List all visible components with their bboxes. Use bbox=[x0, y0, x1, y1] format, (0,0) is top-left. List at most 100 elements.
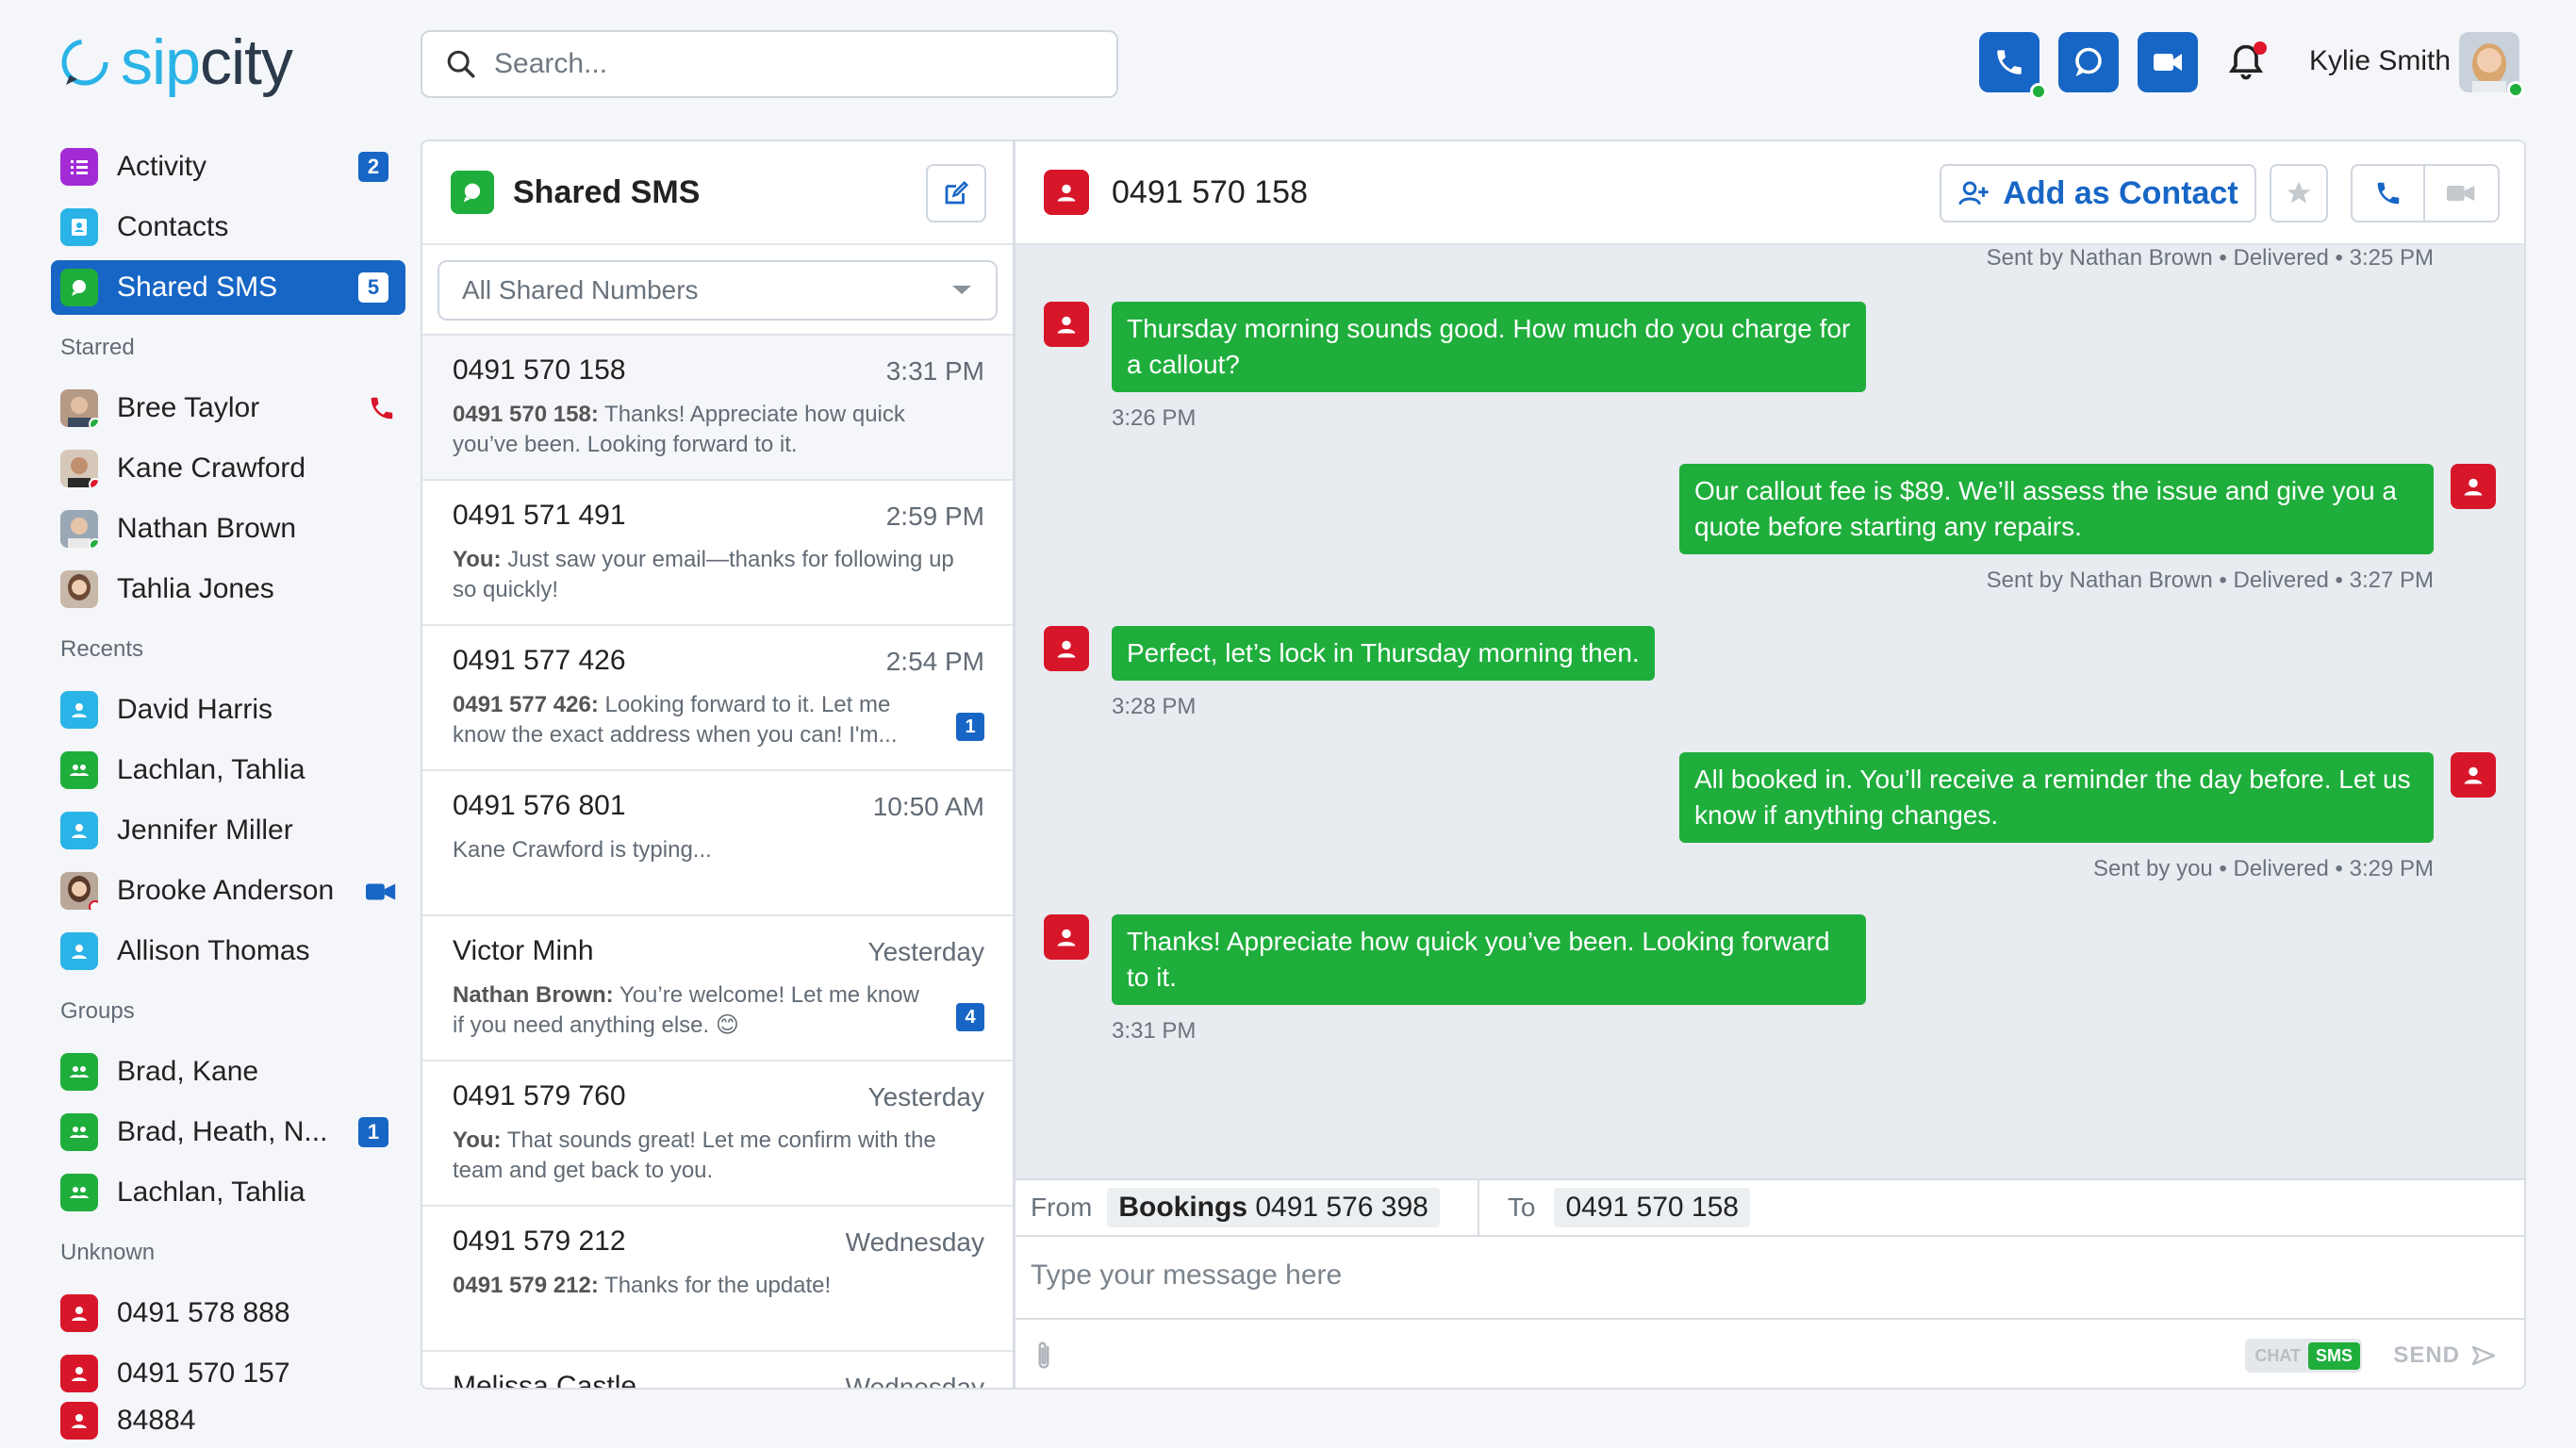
nav-shared-sms[interactable]: Shared SMS 5 bbox=[51, 260, 405, 315]
recent-label: Allison Thomas bbox=[117, 935, 310, 966]
nav-label: Activity bbox=[117, 151, 207, 182]
message-meta: 3:26 PM bbox=[1112, 405, 1197, 431]
group-icon bbox=[60, 1174, 98, 1211]
notifications-button[interactable] bbox=[2225, 41, 2267, 83]
recent-item[interactable]: Lachlan, Tahlia bbox=[51, 743, 405, 798]
video-icon bbox=[366, 883, 396, 900]
starred-contact[interactable]: Nathan Brown bbox=[51, 502, 405, 556]
recent-item[interactable]: Brooke Anderson bbox=[51, 864, 405, 918]
shared-sms-icon bbox=[60, 269, 98, 306]
contact-name: Kane Crawford bbox=[117, 452, 306, 484]
search-placeholder: Search... bbox=[494, 48, 608, 79]
person-icon bbox=[1044, 170, 1089, 215]
nav-activity[interactable]: Activity 2 bbox=[51, 140, 405, 194]
conversation-time: 10:50 AM bbox=[872, 792, 984, 821]
composer-footer: CHAT SMS SEND bbox=[1016, 1318, 2524, 1388]
starred-contact[interactable]: Bree Taylor bbox=[51, 381, 405, 436]
filter-value: All Shared Numbers bbox=[462, 275, 699, 304]
conversation-time: Yesterday bbox=[867, 937, 985, 966]
group-item[interactable]: Lachlan, Tahlia bbox=[51, 1165, 405, 1220]
search-input[interactable]: Search... bbox=[421, 30, 1118, 98]
to-number[interactable]: 0491 570 158 bbox=[1554, 1188, 1750, 1227]
conversation-item[interactable]: 0491 577 426 2:54 PM 0491 577 426: Looki… bbox=[422, 624, 1013, 769]
shared-sms-icon bbox=[451, 171, 494, 214]
phone-button[interactable] bbox=[1979, 32, 2047, 100]
conversation-item[interactable]: 0491 579 760 Yesterday You: That sounds … bbox=[422, 1060, 1013, 1205]
recent-label: Jennifer Miller bbox=[117, 814, 293, 846]
recent-label: Lachlan, Tahlia bbox=[117, 754, 305, 785]
brand-logo[interactable]: sipcity bbox=[58, 28, 293, 96]
unread-badge: 1 bbox=[956, 713, 984, 741]
conversation-preview: Kane Crawford is typing... bbox=[453, 837, 712, 863]
video-icon bbox=[2154, 54, 2182, 71]
call-button[interactable] bbox=[2353, 166, 2426, 221]
add-contact-button[interactable]: Add as Contact bbox=[1940, 164, 2256, 222]
sms-toggle-option[interactable]: SMS bbox=[2307, 1341, 2360, 1370]
conversation-item[interactable]: 0491 570 158 3:31 PM 0491 570 158: Thank… bbox=[422, 334, 1013, 479]
activity-badge: 2 bbox=[358, 152, 388, 182]
user-status-dot bbox=[2507, 81, 2524, 98]
send-icon bbox=[2471, 1345, 2496, 1366]
outgoing-message: All booked in. You’ll receive a reminder… bbox=[1679, 752, 2434, 843]
person-icon bbox=[2451, 464, 2496, 509]
from-number-select[interactable]: Bookings 0491 576 398 bbox=[1107, 1188, 1440, 1227]
compose-button[interactable] bbox=[926, 164, 986, 222]
call-actions bbox=[2351, 164, 2500, 222]
conversation-item[interactable]: Victor Minh Yesterday Nathan Brown: You’… bbox=[422, 914, 1013, 1060]
recent-item[interactable]: Jennifer Miller bbox=[51, 803, 405, 858]
unknown-item[interactable]: 0491 578 888 bbox=[51, 1286, 405, 1341]
paperclip-icon[interactable] bbox=[1032, 1341, 1055, 1373]
contact-name: Nathan Brown bbox=[117, 513, 297, 544]
starred-contact[interactable]: Tahlia Jones bbox=[51, 562, 405, 617]
sender-recipient-row: From Bookings 0491 576 398 To 0491 570 1… bbox=[1016, 1178, 2524, 1237]
chevron-down-icon bbox=[952, 286, 971, 294]
chat-toggle-option[interactable]: CHAT bbox=[2247, 1342, 2308, 1370]
message-meta: Sent by Nathan Brown • Delivered • 3:27 … bbox=[1986, 568, 2434, 593]
person-icon bbox=[2451, 752, 2496, 798]
video-icon bbox=[2446, 186, 2474, 201]
user-name[interactable]: Kylie Smith bbox=[2309, 45, 2451, 77]
conversation-item[interactable]: Melissa Castle Wednesday bbox=[422, 1350, 1013, 1388]
group-icon bbox=[60, 1053, 98, 1091]
channel-toggle[interactable]: CHAT SMS bbox=[2245, 1339, 2362, 1373]
video-button[interactable] bbox=[2138, 32, 2198, 92]
star-icon bbox=[2287, 181, 2311, 204]
recents-heading: Recents bbox=[60, 636, 144, 662]
message-input[interactable]: Type your message here bbox=[1031, 1259, 1342, 1292]
conversation-preview: 0491 579 212: Thanks for the update! bbox=[453, 1273, 832, 1298]
conversation-item[interactable]: 0491 571 491 2:59 PM You: Just saw your … bbox=[422, 479, 1013, 624]
conversation-list-panel: Shared SMS All Shared Numbers 0491 570 1… bbox=[421, 140, 1015, 1390]
groups-heading: Groups bbox=[60, 998, 135, 1024]
unknown-label: 0491 570 157 bbox=[117, 1358, 290, 1389]
avatar bbox=[60, 510, 98, 548]
person-icon bbox=[60, 691, 98, 729]
group-label: Brad, Heath, N... bbox=[117, 1116, 328, 1147]
star-button[interactable] bbox=[2270, 164, 2328, 222]
contact-name: Bree Taylor bbox=[117, 392, 260, 423]
nav-contacts[interactable]: Contacts bbox=[51, 200, 405, 255]
conversation-time: 3:31 PM bbox=[885, 356, 984, 386]
shared-numbers-select[interactable]: All Shared Numbers bbox=[438, 260, 998, 321]
sipcity-logo-icon bbox=[61, 39, 108, 86]
phone-status-dot bbox=[2030, 83, 2047, 100]
chat-icon bbox=[2075, 47, 2102, 76]
unknown-item[interactable]: 84884 bbox=[51, 1393, 405, 1448]
send-button[interactable]: SEND bbox=[2393, 1342, 2496, 1369]
recent-item[interactable]: David Harris bbox=[51, 683, 405, 737]
starred-contact[interactable]: Kane Crawford bbox=[51, 441, 405, 496]
chat-button[interactable] bbox=[2058, 32, 2119, 92]
group-item[interactable]: Brad, Heath, N... 1 bbox=[51, 1105, 405, 1160]
group-label: Lachlan, Tahlia bbox=[117, 1176, 305, 1208]
person-icon bbox=[1044, 626, 1089, 671]
person-icon bbox=[1044, 914, 1089, 960]
contacts-icon bbox=[60, 208, 98, 246]
conversation-item[interactable]: 0491 576 801 10:50 AM Kane Crawford is t… bbox=[422, 769, 1013, 914]
list-title: Shared SMS bbox=[513, 173, 701, 210]
conversation-item[interactable]: 0491 579 212 Wednesday 0491 579 212: Tha… bbox=[422, 1205, 1013, 1350]
conversation-time: 2:59 PM bbox=[885, 502, 984, 531]
recent-item[interactable]: Allison Thomas bbox=[51, 924, 405, 979]
group-item[interactable]: Brad, Kane bbox=[51, 1045, 405, 1099]
video-call-button[interactable] bbox=[2425, 166, 2498, 221]
unread-badge: 4 bbox=[956, 1003, 984, 1031]
group-badge: 1 bbox=[358, 1117, 388, 1147]
